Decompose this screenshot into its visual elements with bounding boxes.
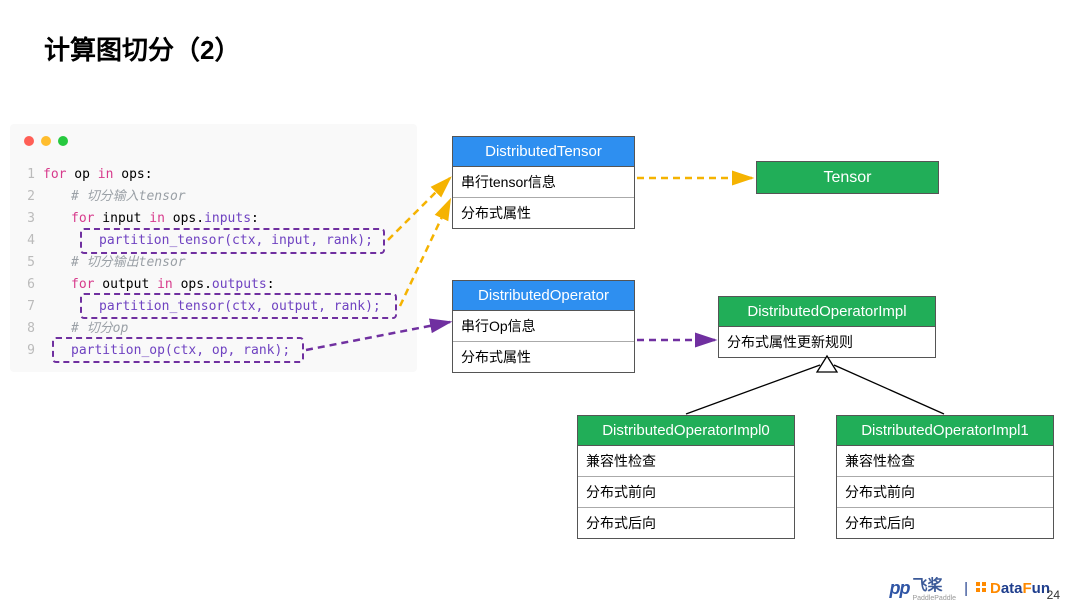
- footer-logos: pp 飞桨 PaddlePaddle | DataFun: [889, 574, 1050, 602]
- box-impl0: DistributedOperatorImpl0 兼容性检查 分布式前向 分布式…: [577, 415, 795, 539]
- box-header: DistributedOperatorImpl: [719, 297, 935, 326]
- window-controls: [24, 136, 68, 146]
- paddle-icon: pp: [889, 578, 909, 599]
- box-row: 串行tensor信息: [453, 167, 634, 197]
- box-distributed-operator: DistributedOperator 串行Op信息 分布式属性: [452, 280, 635, 373]
- box-header: DistributedTensor: [453, 137, 634, 166]
- paddle-logo: pp 飞桨 PaddlePaddle: [889, 574, 956, 602]
- close-icon: [24, 136, 34, 146]
- box-impl1: DistributedOperatorImpl1 兼容性检查 分布式前向 分布式…: [836, 415, 1054, 539]
- slide-title: 计算图切分（2）: [44, 30, 240, 67]
- code-body: 1for op in ops: 2# 切分输入tensor 3for input…: [15, 164, 407, 362]
- box-row: 分布式属性: [453, 341, 634, 372]
- box-distributed-tensor: DistributedTensor 串行tensor信息 分布式属性: [452, 136, 635, 229]
- box-row: 兼容性检查: [578, 446, 794, 476]
- datafun-logo: DataFun: [976, 580, 1050, 597]
- box-row: 分布式前向: [578, 476, 794, 507]
- box-row: 兼容性检查: [837, 446, 1053, 476]
- arrow-impl1-to-impl: [834, 365, 944, 414]
- box-distributed-operator-impl: DistributedOperatorImpl 分布式属性更新规则: [718, 296, 936, 358]
- generalization-arrowhead: [817, 356, 837, 372]
- separator: |: [964, 580, 968, 597]
- box-row: 分布式后向: [837, 507, 1053, 538]
- box-row: 分布式属性更新规则: [719, 327, 935, 357]
- arrow-impl0-to-impl: [686, 365, 820, 414]
- box-row: 分布式属性: [453, 197, 634, 228]
- code-panel: 1for op in ops: 2# 切分输入tensor 3for input…: [10, 124, 417, 372]
- box-header: DistributedOperatorImpl0: [578, 416, 794, 445]
- zoom-icon: [58, 136, 68, 146]
- box-row: 分布式后向: [578, 507, 794, 538]
- box-header: DistributedOperator: [453, 281, 634, 310]
- slide: { "title": "计算图切分（2）", "code": { "l1_for…: [0, 0, 1080, 608]
- box-header: DistributedOperatorImpl1: [837, 416, 1053, 445]
- slide-number: 24: [1047, 588, 1060, 602]
- box-tensor: Tensor: [756, 161, 939, 194]
- minimize-icon: [41, 136, 51, 146]
- dots-icon: [976, 582, 988, 594]
- box-row: 分布式前向: [837, 476, 1053, 507]
- box-row: 串行Op信息: [453, 311, 634, 341]
